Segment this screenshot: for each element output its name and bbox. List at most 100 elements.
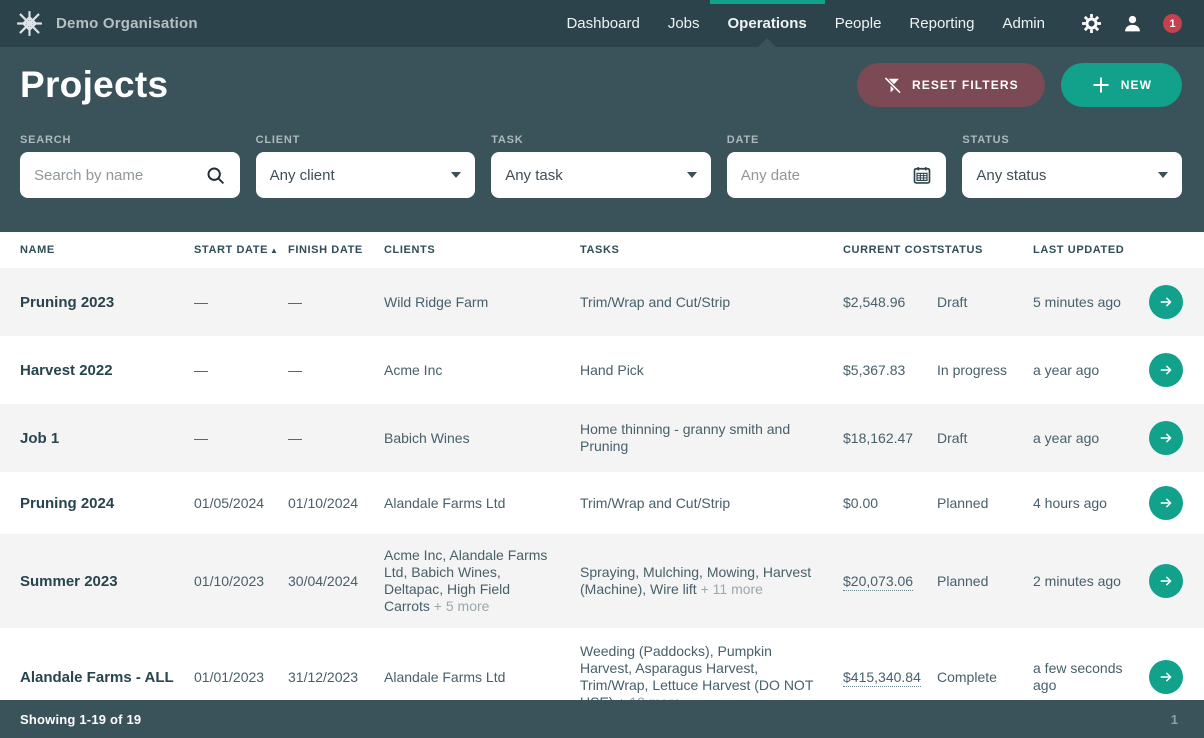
search-filter-label: SEARCH [20, 134, 240, 146]
current-cost: $415,340.84 [843, 661, 937, 694]
project-name: Alandale Farms - ALL [20, 661, 194, 694]
date-input[interactable] [741, 167, 913, 184]
finish-date: — [288, 422, 384, 455]
project-name: Summer 2023 [20, 565, 194, 598]
date-filter-label: DATE [727, 134, 947, 146]
column-header-name[interactable]: NAME [20, 244, 194, 256]
reset-filters-label: RESET FILTERS [912, 78, 1019, 92]
table-header: NAME START DATE▲ FINISH DATE CLIENTS TAS… [0, 232, 1204, 268]
open-project-button[interactable] [1149, 486, 1183, 520]
nav-item-operations[interactable]: Operations [728, 0, 807, 47]
nav-item-people[interactable]: People [835, 0, 882, 47]
current-cost: $5,367.83 [843, 354, 937, 387]
clients-cell: Acme Inc, Alandale Farms Ltd, Babich Win… [384, 539, 580, 623]
tasks-cell: Trim/Wrap and Cut/Strip [580, 286, 843, 319]
settings-gear-icon[interactable] [1081, 13, 1102, 34]
search-input[interactable] [34, 167, 205, 184]
table-row[interactable]: Pruning 2023 — — Wild Ridge Farm Trim/Wr… [0, 268, 1204, 336]
start-date: 01/10/2023 [194, 565, 288, 598]
brand: Demo Organisation [16, 10, 198, 37]
filter-search: SEARCH [20, 134, 240, 198]
start-date: — [194, 286, 288, 319]
column-header-last-updated[interactable]: LAST UPDATED [1033, 244, 1149, 256]
status-cell: In progress [937, 354, 1033, 387]
open-project-button[interactable] [1149, 564, 1183, 598]
pagination-bar: Showing 1-19 of 19 1 [0, 700, 1204, 738]
open-project-button[interactable] [1149, 285, 1183, 319]
finish-date: — [288, 354, 384, 387]
last-updated: a year ago [1033, 354, 1149, 387]
search-icon[interactable] [205, 165, 226, 186]
open-project-button[interactable] [1149, 353, 1183, 387]
chevron-down-icon [451, 172, 461, 178]
table-row[interactable]: Harvest 2022 — — Acme Inc Hand Pick $5,3… [0, 336, 1204, 404]
page-number[interactable]: 1 [1171, 712, 1178, 727]
current-cost: $0.00 [843, 487, 937, 520]
last-updated: 4 hours ago [1033, 487, 1149, 520]
finish-date: 31/12/2023 [288, 661, 384, 694]
date-picker[interactable] [727, 152, 947, 198]
status-select-value: Any status [976, 167, 1046, 184]
clients-cell: Acme Inc [384, 354, 580, 387]
task-select-value: Any task [505, 167, 563, 184]
column-header-finish-date[interactable]: FINISH DATE [288, 244, 384, 256]
tasks-cell: Trim/Wrap and Cut/Strip [580, 487, 843, 520]
last-updated: 5 minutes ago [1033, 286, 1149, 319]
status-cell: Planned [937, 565, 1033, 598]
filter-bar: SEARCH CLIENT Any client [20, 134, 1182, 198]
status-select[interactable]: Any status [962, 152, 1182, 198]
hero-actions: RESET FILTERS NEW [857, 63, 1182, 107]
column-header-current-cost[interactable]: CURRENT COST [843, 244, 937, 256]
column-header-clients[interactable]: CLIENTS [384, 244, 580, 256]
client-filter-label: CLIENT [256, 134, 476, 146]
finish-date: 01/10/2024 [288, 487, 384, 520]
table-body: Pruning 2023 — — Wild Ridge Farm Trim/Wr… [0, 268, 1204, 726]
start-date: 01/01/2023 [194, 661, 288, 694]
finish-date: 30/04/2024 [288, 565, 384, 598]
task-select[interactable]: Any task [491, 152, 711, 198]
filter-client: CLIENT Any client [256, 134, 476, 198]
filter-status: STATUS Any status [962, 134, 1182, 198]
table-row[interactable]: Job 1 — — Babich Wines Home thinning - g… [0, 404, 1204, 472]
open-project-button[interactable] [1149, 660, 1183, 694]
last-updated: 2 minutes ago [1033, 565, 1149, 598]
tasks-cell: Home thinning - granny smith and Pruning [580, 413, 843, 463]
sort-asc-icon: ▲ [270, 246, 279, 255]
nav-item-dashboard[interactable]: Dashboard [566, 0, 639, 47]
last-updated: a few seconds ago [1033, 652, 1149, 702]
nav-item-reporting[interactable]: Reporting [909, 0, 974, 47]
start-date: 01/05/2024 [194, 487, 288, 520]
task-filter-label: TASK [491, 134, 711, 146]
org-logo-snowflake-icon[interactable] [16, 10, 43, 37]
table-row[interactable]: Summer 2023 01/10/2023 30/04/2024 Acme I… [0, 534, 1204, 628]
current-cost: $18,162.47 [843, 422, 937, 455]
header-icons: 1 [1081, 13, 1182, 34]
clients-cell: Alandale Farms Ltd [384, 487, 580, 520]
new-button[interactable]: NEW [1061, 63, 1182, 107]
column-header-start-date[interactable]: START DATE▲ [194, 244, 288, 256]
table-row[interactable]: Pruning 2024 01/05/2024 01/10/2024 Aland… [0, 472, 1204, 534]
current-cost: $20,073.06 [843, 565, 937, 598]
open-project-button[interactable] [1149, 421, 1183, 455]
calendar-icon[interactable] [912, 165, 932, 185]
app-header: Demo Organisation Dashboard Jobs Operati… [0, 0, 1204, 47]
status-cell: Planned [937, 487, 1033, 520]
chevron-down-icon [687, 172, 697, 178]
project-name: Job 1 [20, 422, 194, 455]
current-cost: $2,548.96 [843, 286, 937, 319]
status-cell: Draft [937, 286, 1033, 319]
showing-count: Showing 1-19 of 19 [20, 712, 141, 727]
clients-cell: Alandale Farms Ltd [384, 661, 580, 694]
project-name: Harvest 2022 [20, 354, 194, 387]
column-header-status[interactable]: STATUS [937, 244, 1033, 256]
chevron-down-icon [1158, 172, 1168, 178]
main-nav: Dashboard Jobs Operations People Reporti… [552, 0, 1059, 47]
client-select[interactable]: Any client [256, 152, 476, 198]
filter-date: DATE [727, 134, 947, 198]
reset-filters-button[interactable]: RESET FILTERS [857, 63, 1045, 107]
user-profile-icon[interactable] [1122, 13, 1143, 34]
nav-item-admin[interactable]: Admin [1002, 0, 1045, 47]
nav-item-jobs[interactable]: Jobs [668, 0, 700, 47]
column-header-tasks[interactable]: TASKS [580, 244, 843, 256]
notification-badge[interactable]: 1 [1163, 14, 1182, 33]
